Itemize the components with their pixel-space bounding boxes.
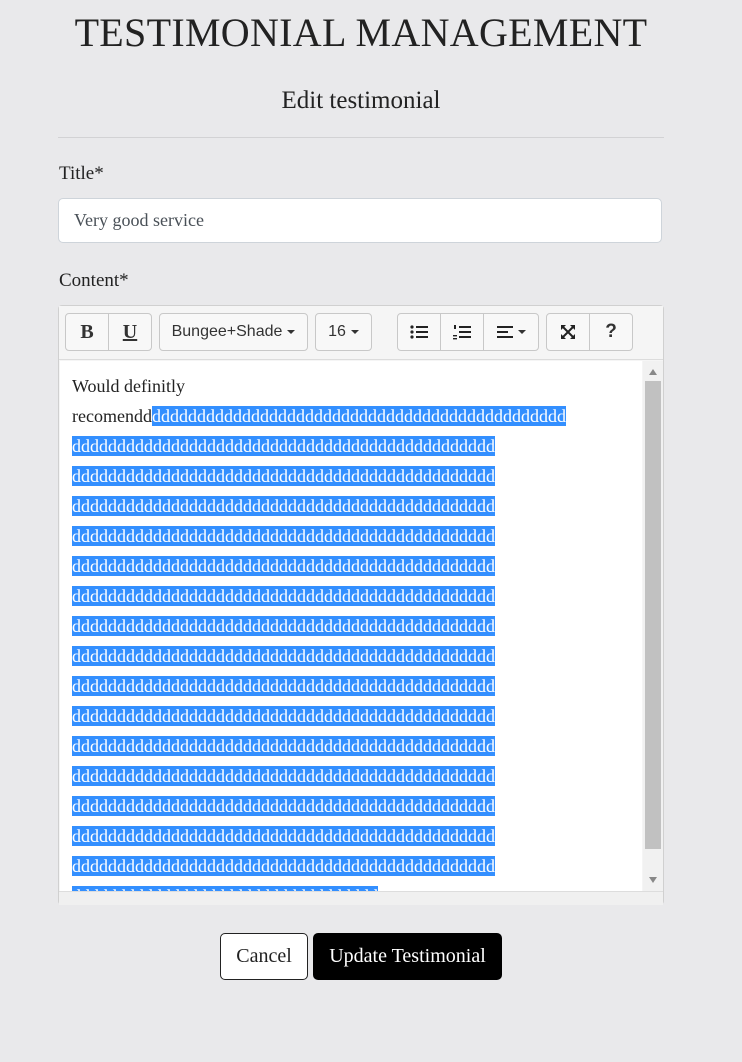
fullscreen-icon — [561, 325, 575, 339]
editor-text: Would definitly recomenddddddddddddddddd… — [72, 371, 632, 891]
editor-selected-text: dddddddddddddddddddddddddddddddddddddddd… — [72, 526, 495, 546]
editor-line: dddddddddddddddddddddddddddddddddddddddd… — [72, 611, 632, 641]
editor-line: dddddddddddddddddddddddddddddddddddddddd… — [72, 581, 632, 611]
ordered-list-icon — [453, 325, 471, 340]
align-dropdown[interactable] — [483, 313, 539, 351]
editor-line: dddddddddddddddddddddddddddddddddddddddd… — [72, 671, 632, 701]
editor-toolbar: B U Bungee+Shade 16 ? — [59, 306, 663, 360]
style-button-group: B U — [65, 313, 152, 351]
help-button[interactable]: ? — [589, 313, 633, 351]
content-label: Content* — [59, 270, 129, 291]
scroll-up-icon[interactable] — [649, 369, 657, 375]
fullscreen-button[interactable] — [546, 313, 590, 351]
editor-selected-text: dddddddddddddddddddddddddddddddddddddddd… — [72, 706, 495, 726]
editor-selected-text: dddddddddddddddddddddddddddddddddddddddd… — [72, 796, 495, 816]
editor-selected-text: dddddddddddddddddddddddddddddddddddddddd… — [72, 586, 495, 606]
font-name-label: Bungee+Shade — [171, 323, 283, 340]
editor-line: dddddddddddddddddddddddddddddddddddddddd… — [72, 821, 632, 851]
editor-line: dddddddddddddddddddddddddddddddddddddddd… — [72, 731, 632, 761]
editor-selected-text: dddddddddddddddddddddddddddddddddddddddd… — [151, 406, 566, 426]
editor-selected-text: dddddddddddddddddddddddddddddddddddddddd… — [72, 856, 495, 876]
editor-selected-text: dddddddddddddddddddddddddddddddddddddddd… — [72, 766, 495, 786]
font-name-group: Bungee+Shade — [159, 313, 308, 351]
editor-line: dddddddddddddddddddddddddddddddddddddddd… — [72, 701, 632, 731]
section-subtitle: Edit testimonial — [281, 87, 441, 114]
font-name-dropdown[interactable]: Bungee+Shade — [159, 313, 308, 351]
font-size-label: 16 — [328, 323, 346, 340]
editor-line: dddddddddddddddddddddddddddddddddddddddd… — [72, 551, 632, 581]
editor-line: dddddddddddddddddddddddddddddddddd — [72, 881, 632, 891]
editor-selected-text: dddddddddddddddddddddddddddddddddddddddd… — [72, 826, 495, 846]
scroll-down-icon[interactable] — [649, 877, 657, 883]
editor-selected-text: dddddddddddddddddddddddddddddddddddddddd… — [72, 676, 495, 696]
editor-line: dddddddddddddddddddddddddddddddddddddddd… — [72, 641, 632, 671]
chevron-down-icon — [517, 330, 526, 334]
editor-resize-bar[interactable] — [59, 891, 663, 905]
editor-content[interactable]: Would definitly recomenddddddddddddddddd… — [60, 361, 642, 891]
editor-line: dddddddddddddddddddddddddddddddddddddddd… — [72, 791, 632, 821]
cancel-button[interactable]: Cancel — [220, 933, 308, 980]
editor-line: dddddddddddddddddddddddddddddddddddddddd… — [72, 491, 632, 521]
editor-selected-text: dddddddddddddddddddddddddddddddddddddddd… — [72, 436, 495, 456]
underline-button[interactable]: U — [108, 313, 152, 351]
editor-line: dddddddddddddddddddddddddddddddddddddddd… — [72, 851, 632, 881]
unordered-list-icon — [410, 325, 428, 339]
editor-line: recomenddddddddddddddddddddddddddddddddd… — [72, 401, 632, 431]
font-size-dropdown[interactable]: 16 — [315, 313, 372, 351]
view-button-group: ? — [546, 313, 633, 351]
update-testimonial-button[interactable]: Update Testimonial — [313, 933, 502, 980]
ordered-list-button[interactable] — [440, 313, 484, 351]
font-size-group: 16 — [315, 313, 372, 351]
unordered-list-button[interactable] — [397, 313, 441, 351]
editor-line: dddddddddddddddddddddddddddddddddddddddd… — [72, 431, 632, 461]
editor-selected-text: dddddddddddddddddddddddddddddddddddddddd… — [72, 646, 495, 666]
editor-line: dddddddddddddddddddddddddddddddddddddddd… — [72, 761, 632, 791]
editor-selected-text: dddddddddddddddddddddddddddddddddddddddd… — [72, 556, 495, 576]
title-input[interactable] — [58, 198, 662, 243]
editor-selected-text: dddddddddddddddddddddddddddddddddddddddd… — [72, 496, 495, 516]
editor-line: dddddddddddddddddddddddddddddddddddddddd… — [72, 461, 632, 491]
bold-icon: B — [80, 320, 94, 343]
rich-text-editor: B U Bungee+Shade 16 ? Would definitly re… — [58, 305, 664, 905]
chevron-down-icon — [350, 330, 359, 334]
editor-selected-text: dddddddddddddddddddddddddddddddddddddddd… — [72, 736, 495, 756]
help-icon: ? — [605, 321, 617, 342]
editor-scrollbar[interactable] — [643, 361, 663, 891]
underline-icon: U — [122, 320, 138, 343]
editor-line: Would definitly — [72, 376, 186, 396]
align-icon — [496, 326, 513, 338]
paragraph-button-group — [397, 313, 539, 351]
scrollbar-thumb[interactable] — [645, 381, 661, 849]
page-title: TESTIMONIAL MANAGEMENT — [74, 10, 648, 55]
editor-selected-text: dddddddddddddddddddddddddddddddddddddddd… — [72, 616, 495, 636]
bold-button[interactable]: B — [65, 313, 109, 351]
chevron-down-icon — [287, 330, 296, 334]
editor-line: dddddddddddddddddddddddddddddddddddddddd… — [72, 521, 632, 551]
title-label: Title* — [59, 163, 104, 184]
divider — [58, 137, 664, 138]
editor-selected-text: dddddddddddddddddddddddddddddddddddddddd… — [72, 466, 495, 486]
editor-text-plain: recomendd — [72, 406, 152, 426]
